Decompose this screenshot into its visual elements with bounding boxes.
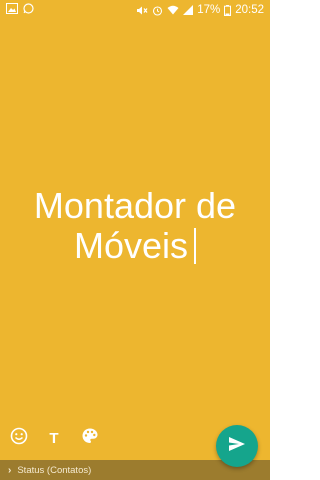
wifi-icon — [167, 5, 179, 15]
status-text-input[interactable]: Montador de Móveis — [0, 186, 270, 266]
battery-percent: 17% — [197, 4, 221, 16]
signal-icon — [183, 5, 194, 15]
send-button[interactable] — [216, 425, 258, 467]
emoji-icon — [10, 427, 28, 450]
emoji-button[interactable] — [9, 427, 29, 450]
send-icon — [228, 436, 246, 457]
status-audience-label: Status (Contatos) — [17, 464, 92, 476]
chevron-right-icon: › — [8, 464, 12, 476]
text-cursor — [194, 228, 197, 264]
text-font-button[interactable]: T — [44, 428, 64, 448]
alarm-icon — [152, 5, 163, 16]
status-text-line-2-text: Móveis — [73, 225, 189, 266]
battery-icon — [224, 4, 232, 16]
status-notifications — [6, 3, 34, 17]
status-text-line-2: Móveis — [0, 226, 270, 266]
mute-icon — [136, 5, 148, 16]
status-bar: 17% 20:52 — [0, 0, 270, 20]
color-palette-button[interactable] — [80, 428, 100, 448]
whatsapp-icon — [23, 3, 34, 17]
image-icon — [6, 3, 18, 17]
text-icon: T — [49, 429, 59, 447]
palette-icon — [81, 427, 99, 450]
clock: 20:52 — [235, 4, 264, 16]
status-system-icons: 17% 20:52 — [136, 4, 264, 16]
status-text-editor: 17% 20:52 Montador de Móveis T › Status … — [0, 0, 270, 480]
status-text-line-1: Montador de — [33, 185, 237, 226]
